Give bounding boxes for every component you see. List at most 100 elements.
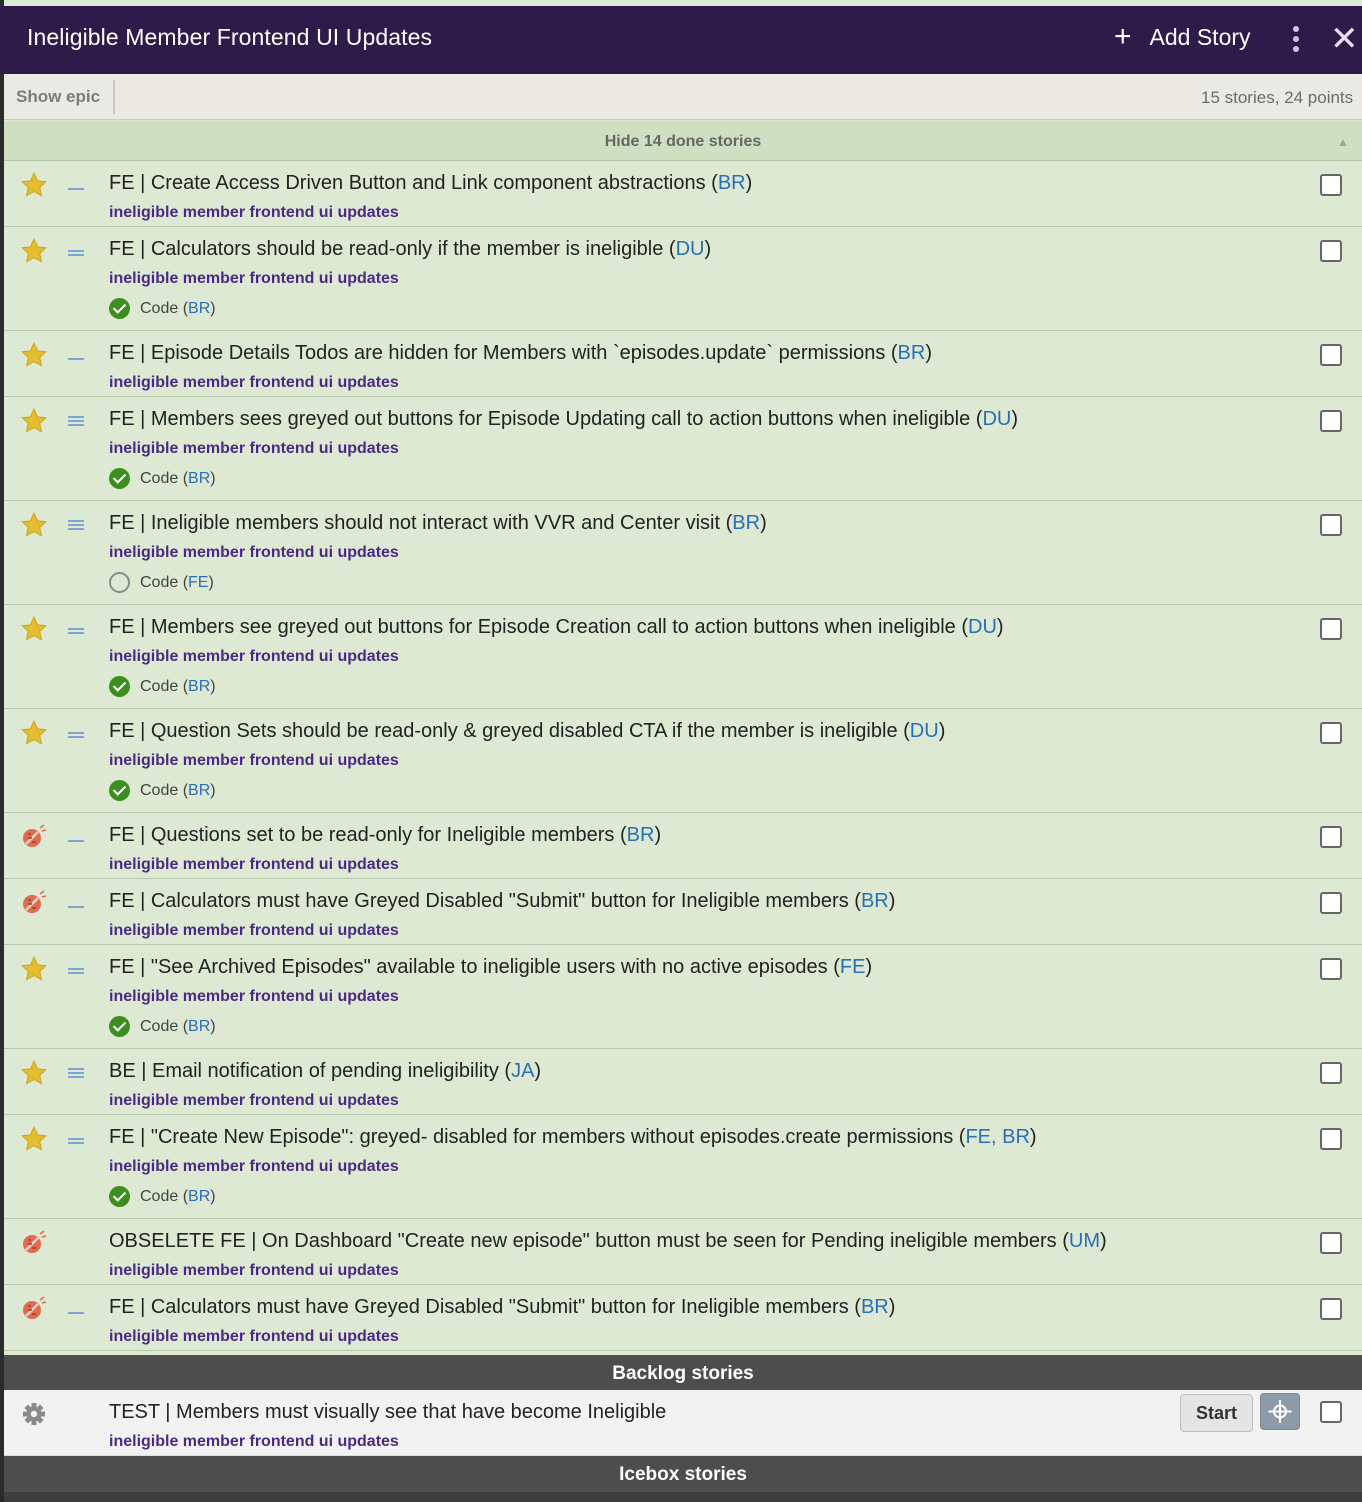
story-title-text: FE | Calculators must have Greyed Disabl… bbox=[109, 1296, 849, 1318]
task-owner-link[interactable]: BR bbox=[188, 1188, 210, 1206]
done-story-row[interactable]: FE | Create Access Driven Button and Lin… bbox=[4, 161, 1362, 227]
add-story-button[interactable]: + Add Story bbox=[1114, 22, 1251, 52]
story-select-checkbox[interactable] bbox=[1320, 1298, 1342, 1320]
story-title[interactable]: FE | Calculators must have Greyed Disabl… bbox=[109, 1296, 895, 1319]
story-epic-label[interactable]: ineligible member frontend ui updates bbox=[109, 1158, 399, 1176]
story-epic-label[interactable]: ineligible member frontend ui updates bbox=[109, 1262, 399, 1280]
task-owner-link[interactable]: BR bbox=[188, 470, 210, 488]
move-crosshair-icon[interactable] bbox=[1260, 1393, 1300, 1430]
story-select-checkbox[interactable] bbox=[1320, 1062, 1342, 1084]
done-story-row[interactable]: FE | Questions set to be read-only for I… bbox=[4, 813, 1362, 879]
story-owner-link[interactable]: DU bbox=[982, 408, 1011, 430]
story-select-checkbox[interactable] bbox=[1320, 344, 1342, 366]
story-title[interactable]: TEST | Members must visually see that ha… bbox=[109, 1401, 666, 1424]
story-select-checkbox[interactable] bbox=[1320, 618, 1342, 640]
task-incomplete-icon[interactable] bbox=[109, 572, 130, 593]
task-owner-link[interactable]: BR bbox=[188, 678, 210, 696]
story-owner-link[interactable]: DU bbox=[968, 616, 997, 638]
story-owner-link[interactable]: UM bbox=[1069, 1230, 1100, 1252]
story-title[interactable]: OBSELETE FE | On Dashboard "Create new e… bbox=[109, 1230, 1107, 1253]
story-owner-link[interactable]: FE, BR bbox=[965, 1126, 1029, 1148]
task-complete-icon[interactable] bbox=[109, 676, 130, 697]
story-owner-link[interactable]: BR bbox=[898, 342, 926, 364]
story-epic-label[interactable]: ineligible member frontend ui updates bbox=[109, 648, 399, 666]
story-owner-link[interactable]: DU bbox=[676, 238, 705, 260]
story-title[interactable]: FE | Calculators must have Greyed Disabl… bbox=[109, 890, 895, 913]
task-owner-link[interactable]: BR bbox=[188, 300, 210, 318]
story-epic-label[interactable]: ineligible member frontend ui updates bbox=[109, 856, 399, 874]
close-icon[interactable]: ✕ bbox=[1330, 22, 1359, 56]
story-select-checkbox[interactable] bbox=[1320, 722, 1342, 744]
done-story-row[interactable]: FE | Calculators should be read-only if … bbox=[4, 227, 1362, 331]
story-title-text: FE | Members sees greyed out buttons for… bbox=[109, 408, 976, 430]
story-title[interactable]: FE | Questions set to be read-only for I… bbox=[109, 824, 661, 847]
story-epic-label[interactable]: ineligible member frontend ui updates bbox=[109, 544, 399, 562]
story-epic-label[interactable]: ineligible member frontend ui updates bbox=[109, 922, 399, 940]
task-complete-icon[interactable] bbox=[109, 468, 130, 489]
task-owner-link[interactable]: BR bbox=[188, 782, 210, 800]
story-owner-link[interactable]: FE bbox=[840, 956, 866, 978]
story-title[interactable]: FE | Episode Details Todos are hidden fo… bbox=[109, 342, 932, 365]
story-epic-label[interactable]: ineligible member frontend ui updates bbox=[109, 1433, 399, 1451]
story-select-checkbox[interactable] bbox=[1320, 240, 1342, 262]
story-select-checkbox[interactable] bbox=[1320, 410, 1342, 432]
show-epic-button[interactable]: Show epic bbox=[16, 87, 100, 107]
story-epic-label[interactable]: ineligible member frontend ui updates bbox=[109, 1092, 399, 1110]
story-select-checkbox[interactable] bbox=[1320, 1401, 1342, 1423]
story-select-checkbox[interactable] bbox=[1320, 826, 1342, 848]
story-epic-label[interactable]: ineligible member frontend ui updates bbox=[109, 1328, 399, 1346]
story-select-checkbox[interactable] bbox=[1320, 958, 1342, 980]
hide-done-stories-label[interactable]: Hide 14 done stories bbox=[4, 133, 1362, 151]
story-title[interactable]: FE | Ineligible members should not inter… bbox=[109, 512, 767, 535]
done-story-row[interactable]: FE | Members sees greyed out buttons for… bbox=[4, 397, 1362, 501]
star-icon bbox=[20, 511, 48, 539]
story-title[interactable]: BE | Email notification of pending ineli… bbox=[109, 1060, 541, 1083]
story-title[interactable]: FE | Question Sets should be read-only &… bbox=[109, 720, 945, 743]
story-select-checkbox[interactable] bbox=[1320, 514, 1342, 536]
done-story-row[interactable]: FE | Members see greyed out buttons for … bbox=[4, 605, 1362, 709]
story-title[interactable]: FE | "Create New Episode": greyed- disab… bbox=[109, 1126, 1037, 1149]
task-owner-link[interactable]: BR bbox=[188, 1018, 210, 1036]
estimate-icon bbox=[68, 250, 84, 264]
story-epic-label[interactable]: ineligible member frontend ui updates bbox=[109, 988, 399, 1006]
done-story-row[interactable]: FE | Episode Details Todos are hidden fo… bbox=[4, 331, 1362, 397]
story-select-checkbox[interactable] bbox=[1320, 1128, 1342, 1150]
story-owner-link[interactable]: DU bbox=[910, 720, 939, 742]
backlog-story-row[interactable]: TEST | Members must visually see that ha… bbox=[4, 1390, 1362, 1456]
task-owner-link[interactable]: FE bbox=[188, 574, 208, 592]
story-epic-label[interactable]: ineligible member frontend ui updates bbox=[109, 752, 399, 770]
done-stories-toggle[interactable]: Hide 14 done stories ▲ bbox=[4, 121, 1362, 161]
done-story-row[interactable]: BE | Email notification of pending ineli… bbox=[4, 1049, 1362, 1115]
task-complete-icon[interactable] bbox=[109, 780, 130, 801]
done-story-row[interactable]: FE | "See Archived Episodes" available t… bbox=[4, 945, 1362, 1049]
story-title[interactable]: FE | Calculators should be read-only if … bbox=[109, 238, 711, 261]
story-title[interactable]: FE | Members see greyed out buttons for … bbox=[109, 616, 1004, 639]
story-title[interactable]: FE | Members sees greyed out buttons for… bbox=[109, 408, 1018, 431]
done-story-row[interactable]: FE | Calculators must have Greyed Disabl… bbox=[4, 1285, 1362, 1351]
story-select-checkbox[interactable] bbox=[1320, 892, 1342, 914]
done-story-row[interactable]: FE | Question Sets should be read-only &… bbox=[4, 709, 1362, 813]
done-story-row[interactable]: OBSELETE FE | On Dashboard "Create new e… bbox=[4, 1219, 1362, 1285]
story-owner-link[interactable]: BR bbox=[861, 1296, 889, 1318]
story-epic-label[interactable]: ineligible member frontend ui updates bbox=[109, 440, 399, 458]
story-owner-link[interactable]: BR bbox=[718, 172, 746, 194]
story-select-checkbox[interactable] bbox=[1320, 174, 1342, 196]
story-select-checkbox[interactable] bbox=[1320, 1232, 1342, 1254]
story-epic-label[interactable]: ineligible member frontend ui updates bbox=[109, 204, 399, 222]
story-owner-link[interactable]: BR bbox=[627, 824, 655, 846]
story-title[interactable]: FE | "See Archived Episodes" available t… bbox=[109, 956, 872, 979]
story-owner-link[interactable]: BR bbox=[732, 512, 760, 534]
story-epic-label[interactable]: ineligible member frontend ui updates bbox=[109, 270, 399, 288]
start-button[interactable]: Start bbox=[1180, 1394, 1253, 1432]
task-complete-icon[interactable] bbox=[109, 298, 130, 319]
story-title[interactable]: FE | Create Access Driven Button and Lin… bbox=[109, 172, 752, 195]
story-owner-link[interactable]: BR bbox=[861, 890, 889, 912]
story-epic-label[interactable]: ineligible member frontend ui updates bbox=[109, 374, 399, 392]
done-story-row[interactable]: FE | Ineligible members should not inter… bbox=[4, 501, 1362, 605]
task-complete-icon[interactable] bbox=[109, 1016, 130, 1037]
done-story-row[interactable]: FE | "Create New Episode": greyed- disab… bbox=[4, 1115, 1362, 1219]
done-story-row[interactable]: FE | Calculators must have Greyed Disabl… bbox=[4, 879, 1362, 945]
task-complete-icon[interactable] bbox=[109, 1186, 130, 1207]
story-owner-link[interactable]: JA bbox=[511, 1060, 534, 1082]
kebab-menu-icon[interactable] bbox=[1289, 26, 1303, 56]
